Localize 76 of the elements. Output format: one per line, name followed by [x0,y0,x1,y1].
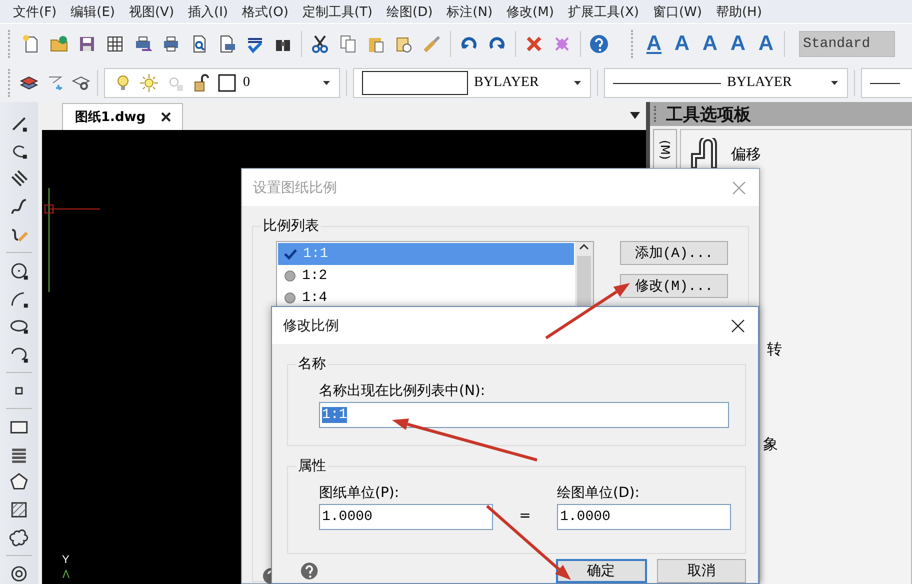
scale-list-item[interactable]: 1:4 [278,287,574,309]
crosshair-cursor-icon [44,188,100,292]
dropdown-caret-icon[interactable] [322,80,331,86]
save-icon[interactable] [77,34,97,54]
text-style-tool[interactable]: A [756,32,776,56]
dialog-button[interactable]: 添加(A)... [620,241,728,265]
spline-icon[interactable] [9,196,29,216]
ucs-axis-icon [62,570,70,578]
color-swatch-icon [217,73,237,93]
multiline-icon[interactable] [9,169,29,189]
color-dropdown[interactable]: BYLAYER [353,68,591,98]
check-icon [284,248,297,260]
field-label: 绘图单位(D): [557,484,640,503]
text-style-tool[interactable]: A [700,32,720,56]
scroll-up-caret-icon[interactable] [578,242,590,252]
close-icon[interactable] [730,318,746,334]
bullet-dot-icon [284,270,296,282]
menu-item[interactable]: 视图(V) [122,2,182,20]
tab-list-caret-icon[interactable] [630,112,640,119]
polygon-icon[interactable] [9,472,29,492]
palette-title: 工具选项板 [666,104,751,126]
palette-tool[interactable]: 偏移 [731,144,761,164]
group-label: 属性 [296,457,328,475]
circle-icon[interactable] [9,261,29,281]
printer-arrow-icon[interactable] [133,34,153,54]
printer-icon[interactable] [161,34,181,54]
menu-item[interactable]: 修改(M) [500,2,561,20]
sun-icon [139,73,159,93]
copy-icon[interactable] [338,34,358,54]
dropdown-caret-icon[interactable] [573,80,582,86]
palette-tool[interactable]: 象 [763,435,778,454]
dialog-title: 设置图纸比例 [253,178,337,196]
layer-dropdown[interactable]: 0 [104,68,340,98]
menu-item[interactable]: 插入(I) [181,2,236,20]
menu-item[interactable]: 编辑(E) [64,2,122,20]
help-icon[interactable] [589,34,609,54]
menu-item[interactable]: 标注(N) [440,2,500,20]
dropdown-caret-icon[interactable] [830,80,839,86]
help-icon[interactable] [300,561,319,581]
menu-item[interactable]: 定制工具(T) [295,2,380,20]
field-label: 图纸单位(P): [319,484,400,503]
grid-document-icon[interactable] [105,34,125,54]
bullet-dot-icon [284,292,296,304]
dialog-title: 修改比例 [283,316,339,334]
field-label: 名称出现在比例列表中(N): [319,382,486,401]
linetype-dropdown[interactable]: BYLAYER [604,68,848,98]
menu-item[interactable]: 帮助(H) [708,2,769,20]
dialog-button[interactable]: 取消 [656,559,746,583]
text-style-tool[interactable]: A [728,32,748,56]
scale-list-item[interactable]: 1:2 [278,265,574,287]
paper-units-field[interactable]: 1.0000 [319,504,493,530]
text-style-tool[interactable]: A [672,32,692,56]
hatch-icon[interactable] [9,500,29,520]
dialog-button[interactable]: 确定 [556,559,647,583]
menu-item[interactable]: 窗口(W) [646,2,709,20]
document-tab[interactable]: 图纸1.dwg [62,103,183,130]
equals-sign: = [518,508,532,524]
group-label: 名称 [296,355,328,373]
donut-icon[interactable] [9,564,29,584]
delete-icon[interactable] [524,34,544,54]
menu-item[interactable]: 绘图(D) [380,2,440,20]
text-style-tool[interactable]: A [644,32,664,56]
menu-item[interactable]: 文件(F) [6,2,64,20]
palette-tool[interactable]: 转 [767,340,782,359]
group-label: 比例列表 [261,217,321,235]
open-folder-icon[interactable] [49,34,69,54]
ucs-axis-label: Y [62,554,70,566]
cut-icon[interactable] [310,34,330,54]
palette-side-tab[interactable]: (M) [658,140,672,160]
revision-cloud-icon[interactable] [9,528,29,548]
close-icon[interactable] [160,111,172,123]
menu-item[interactable]: 扩展工具(X) [560,2,646,20]
menu-item[interactable]: 格式(O) [235,2,296,20]
dialog-button[interactable]: 修改(M)... [620,274,728,298]
scale-name-field[interactable]: 1:1 [319,402,729,428]
drawing-units-field[interactable]: 1.0000 [557,504,731,530]
